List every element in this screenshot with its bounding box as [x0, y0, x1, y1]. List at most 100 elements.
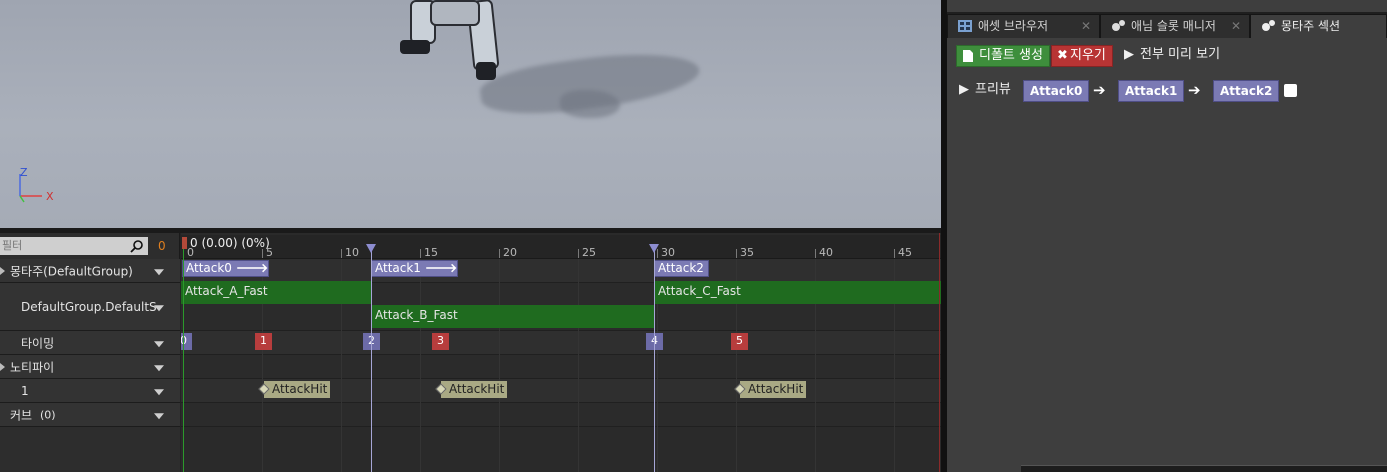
gridline: [499, 259, 500, 472]
track-curve[interactable]: 커브 (0): [0, 403, 180, 427]
section-marker-attack2[interactable]: Attack2: [654, 260, 709, 277]
create-default-button[interactable]: 디폴트 생성: [956, 45, 1050, 67]
lane-timing: [181, 331, 941, 355]
ruler-tick-label: 45: [898, 246, 912, 259]
section-link-arrow-icon: 🡒: [424, 261, 458, 275]
ruler-tick-label: 5: [266, 246, 273, 259]
time-ruler[interactable]: 0 (0.00) (0%) 0 5 10 15 20 25 30 35 40 4…: [181, 235, 941, 259]
anim-segment[interactable]: Attack_A_Fast: [181, 281, 371, 304]
gridline: [420, 259, 421, 472]
section-marker-attack1[interactable]: Attack1 🡒: [371, 260, 459, 277]
ruler-tick: [262, 249, 263, 258]
chevron-down-icon[interactable]: [154, 388, 164, 395]
section-line: [371, 249, 372, 472]
section-marker-attack0[interactable]: Attack0 🡒: [182, 260, 270, 277]
section-name: Attack0: [186, 261, 232, 275]
montage-sequencer: 필터 0 몽타주(DefaultGroup) DefaultGroup.Defa…: [0, 233, 941, 472]
tab-asset-browser[interactable]: 애셋 브라우저 ✕: [947, 14, 1100, 38]
notify-label: AttackHit: [449, 382, 505, 396]
section-link-arrow-icon: 🡒: [235, 261, 269, 275]
tab-label: 애님 슬롯 매니저: [1131, 19, 1216, 33]
time-readout: 0 (0.00) (0%): [190, 236, 270, 250]
lane-notify-group: [181, 355, 941, 379]
notify-attackhit[interactable]: AttackHit: [734, 381, 807, 398]
expand-triangle-icon[interactable]: [0, 266, 5, 275]
x-icon: ✖: [1057, 48, 1068, 63]
track-notify-1-label: 1: [21, 383, 29, 398]
preview-all-button[interactable]: ▶ 전부 미리 보기: [1124, 45, 1220, 67]
character-foot-left: [400, 40, 430, 54]
preview-button[interactable]: ▶ 프리뷰: [959, 80, 1011, 102]
clear-label: 지우기: [1070, 48, 1106, 63]
filter-input[interactable]: 필터: [0, 237, 148, 255]
chevron-down-icon[interactable]: [154, 340, 164, 347]
document-icon: [963, 50, 973, 62]
track-notify-1[interactable]: 1: [0, 379, 180, 403]
track-slot-label: DefaultGroup.DefaultS: [21, 299, 157, 314]
track-montage-group[interactable]: 몽타주(DefaultGroup): [0, 259, 180, 283]
close-icon[interactable]: ✕: [1081, 15, 1091, 37]
lane-curve: [181, 403, 941, 427]
chevron-down-icon[interactable]: [154, 304, 164, 311]
chevron-down-icon[interactable]: [154, 268, 164, 275]
notify-label: AttackHit: [272, 382, 328, 396]
section-line-head-icon[interactable]: [366, 244, 376, 253]
section-chip-attack2[interactable]: Attack2: [1213, 80, 1280, 102]
panel-bottom-strip: [1021, 465, 1387, 472]
tab-bar: 애셋 브라우저 ✕ 애님 슬롯 매니저 ✕ 몽타주 섹션: [947, 12, 1387, 38]
arrow-right-icon: ➔: [1093, 81, 1106, 99]
ruler-tick-label: 35: [740, 246, 754, 259]
ruler-tick-label: 40: [819, 246, 833, 259]
timing-marker[interactable]: 1: [255, 333, 272, 350]
track-montage-label: 몽타주(DefaultGroup): [10, 264, 133, 278]
section-chip-attack0[interactable]: Attack0: [1023, 80, 1090, 102]
timeline-area[interactable]: 0 (0.00) (0%) 0 5 10 15 20 25 30 35 40 4…: [181, 233, 941, 472]
notify-attackhit[interactable]: AttackHit: [435, 381, 508, 398]
ruler-tick: [736, 249, 737, 258]
track-slot[interactable]: DefaultGroup.DefaultS: [0, 283, 180, 331]
ruler-tick-label: 25: [582, 246, 596, 259]
create-default-label: 디폴트 생성: [979, 48, 1043, 63]
section-chip-attack1[interactable]: Attack1: [1118, 80, 1185, 102]
section-line-head-icon[interactable]: [649, 244, 659, 253]
timing-marker[interactable]: 5: [731, 333, 748, 350]
chevron-down-icon[interactable]: [154, 412, 164, 419]
track-timing[interactable]: 타이밍: [0, 331, 180, 355]
tab-label: 몽타주 섹션: [1281, 19, 1341, 33]
ruler-tick: [499, 249, 500, 258]
ruler-tick-label: 0: [187, 246, 194, 259]
3d-viewport[interactable]: Z X: [0, 0, 941, 228]
montage-section-icon: [1262, 20, 1275, 31]
anim-segment[interactable]: Attack_C_Fast: [654, 281, 941, 304]
anim-segment[interactable]: Attack_B_Fast: [371, 305, 654, 328]
ruler-tick-label: 15: [424, 246, 438, 259]
clear-button[interactable]: ✖ 지우기: [1051, 45, 1113, 67]
expand-triangle-icon[interactable]: [0, 362, 5, 371]
timing-marker[interactable]: 3: [432, 333, 449, 350]
search-icon[interactable]: [130, 239, 144, 253]
persona-editor-window: Z X 필터 0 몽타주(DefaultGroup) DefaultGroup.…: [0, 0, 1387, 472]
track-notify-group[interactable]: 노티파이: [0, 355, 180, 379]
track-curve-label: 커브: [10, 408, 33, 422]
section-name: Attack1: [375, 261, 421, 275]
play-icon: ▶: [1124, 47, 1134, 62]
notify-label: AttackHit: [748, 382, 804, 396]
notify-attackhit[interactable]: AttackHit: [258, 381, 331, 398]
tab-montage-section[interactable]: 몽타주 섹션: [1250, 14, 1387, 38]
slot-manager-icon: [1112, 20, 1125, 31]
loop-checkbox[interactable]: [1284, 84, 1297, 97]
side-panel: 애셋 브라우저 ✕ 애님 슬롯 매니저 ✕ 몽타주 섹션 디폴트 생성 ✖ 지우…: [947, 0, 1387, 472]
current-frame-number: 0: [158, 239, 166, 253]
playhead-line[interactable]: [183, 249, 184, 472]
chevron-down-icon[interactable]: [154, 364, 164, 371]
gridline: [578, 259, 579, 472]
character-torso: [430, 0, 480, 26]
play-icon: ▶: [959, 82, 969, 97]
tab-anim-slot-manager[interactable]: 애님 슬롯 매니저 ✕: [1100, 14, 1250, 38]
close-icon[interactable]: ✕: [1231, 15, 1241, 37]
arrow-right-icon: ➔: [1188, 81, 1201, 99]
axis-z-label: Z: [20, 166, 28, 179]
asset-browser-icon: [958, 20, 972, 32]
end-marker-line: [939, 233, 940, 472]
preview-label: 프리뷰: [975, 82, 1011, 97]
